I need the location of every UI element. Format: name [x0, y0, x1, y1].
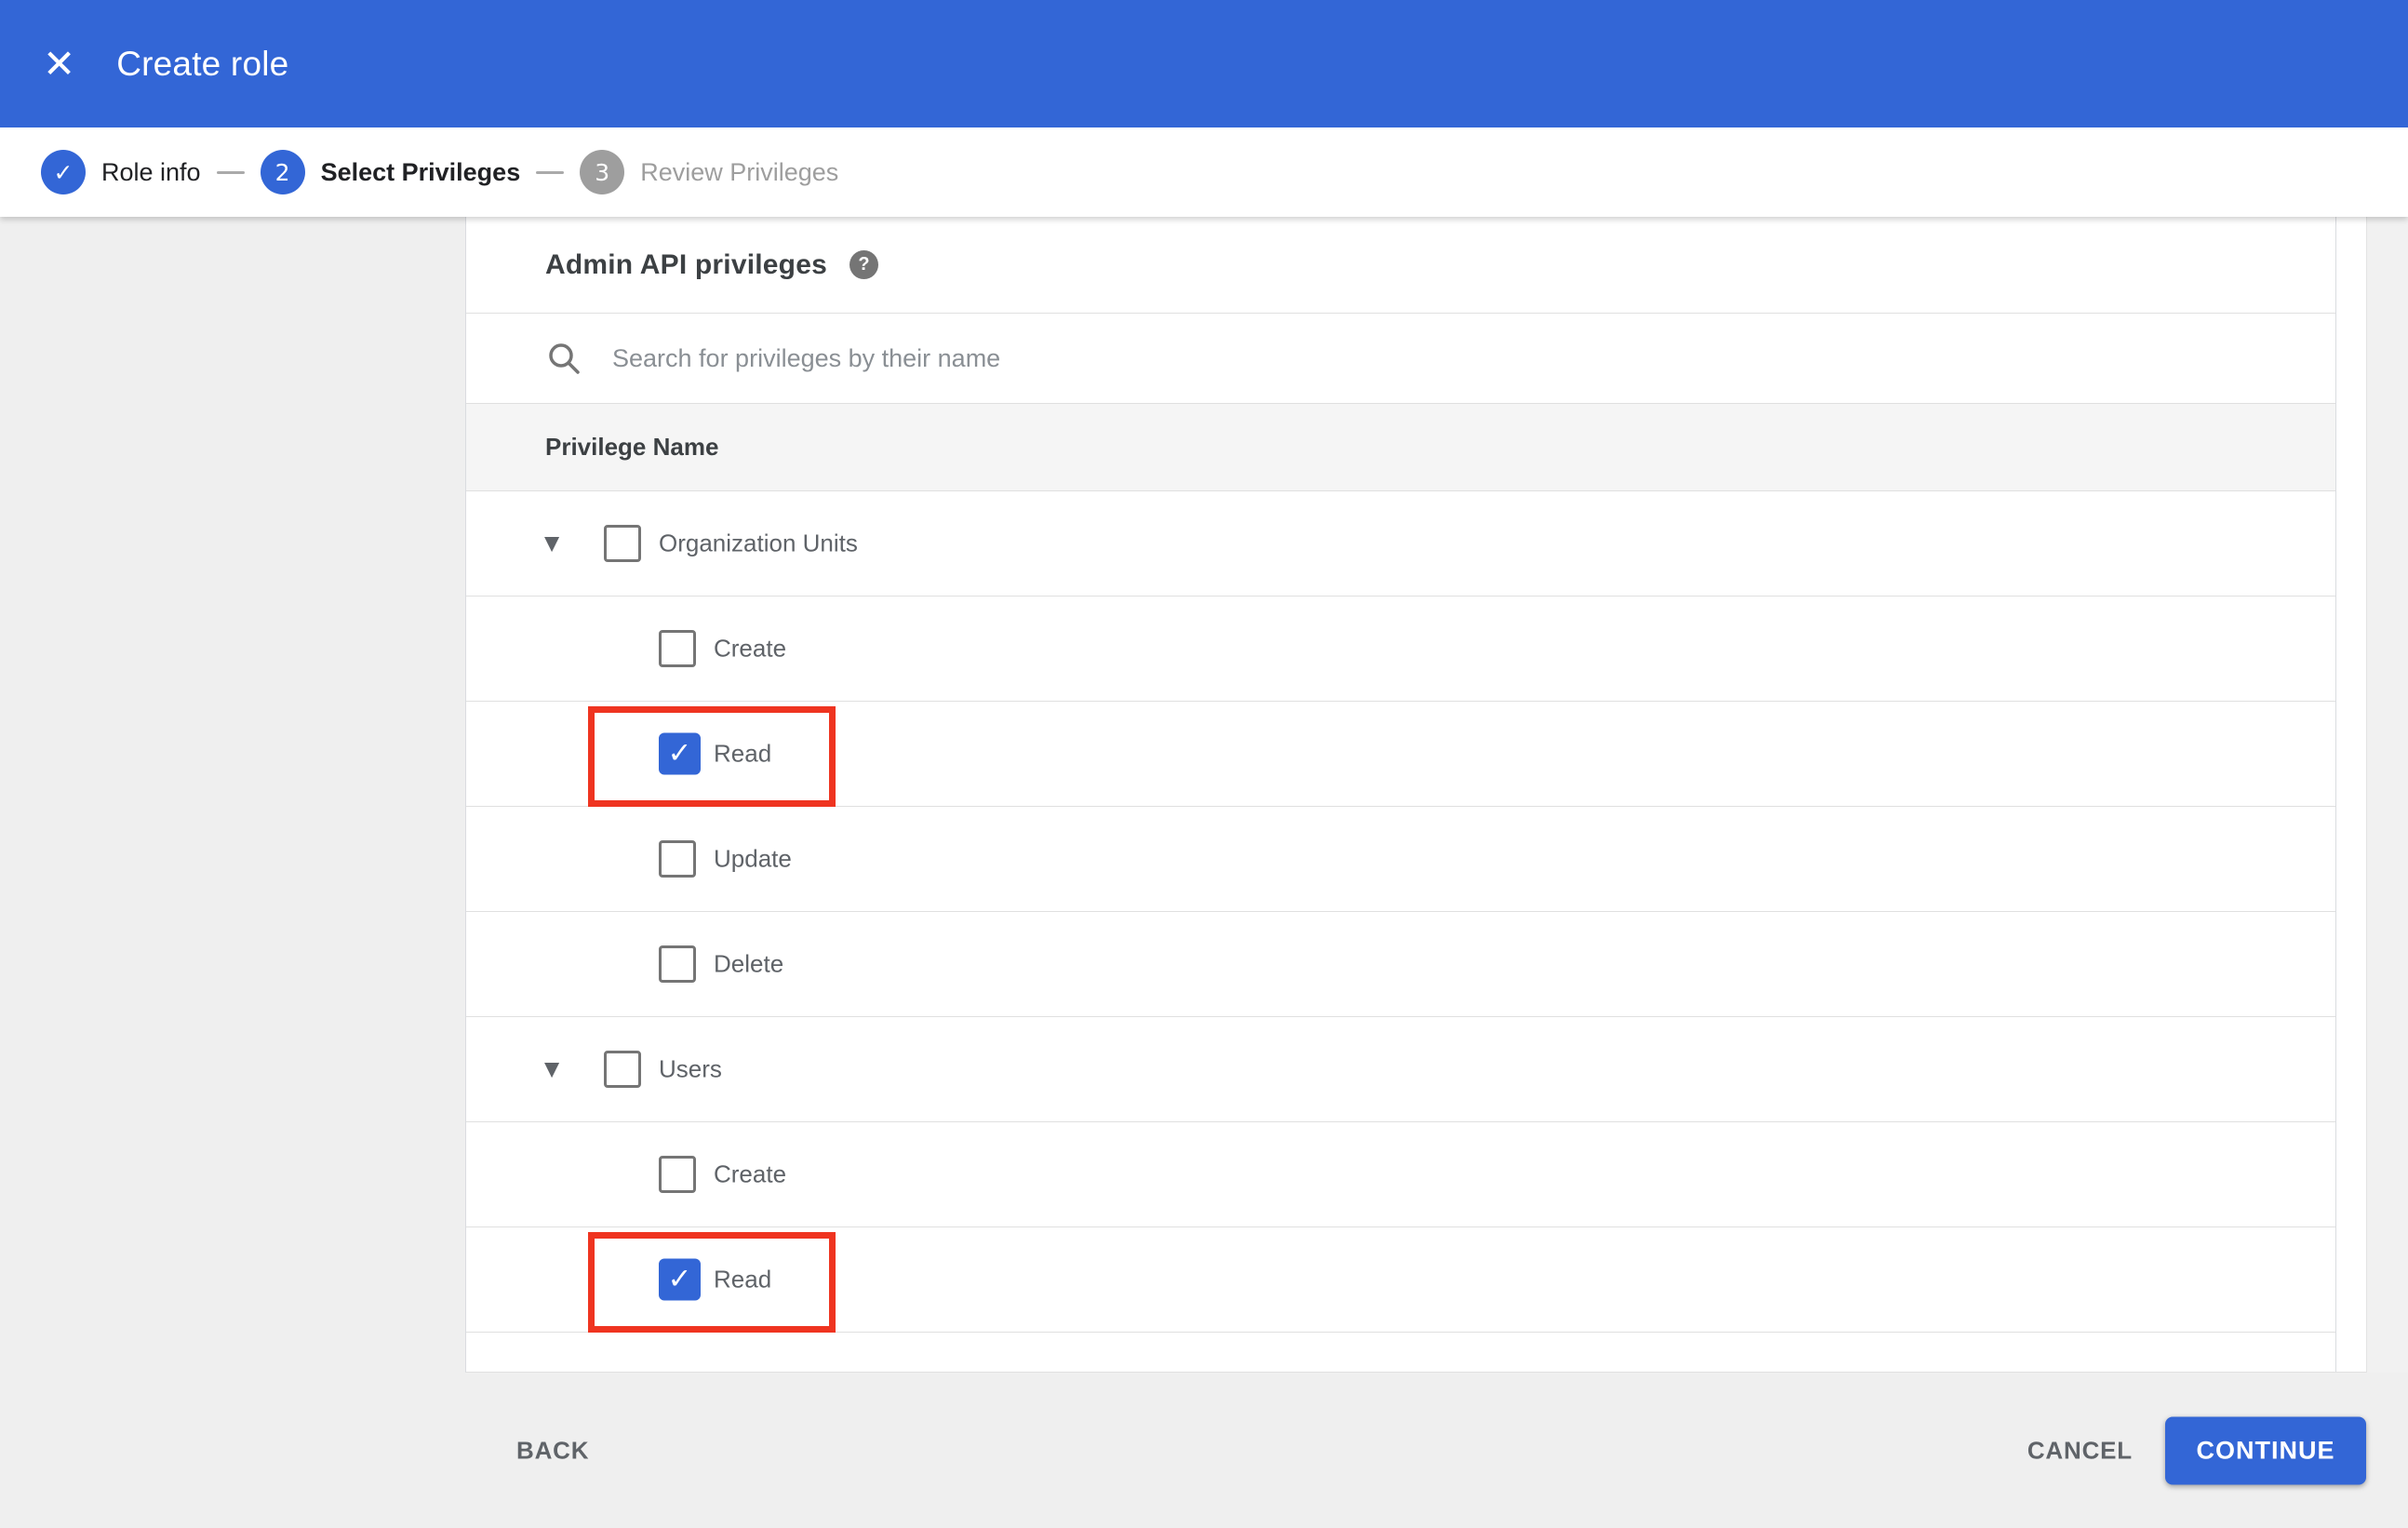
checkmark-icon: ✓	[667, 1262, 692, 1296]
privilege-label: Users	[659, 1054, 722, 1083]
step-circle: ✓	[41, 150, 86, 194]
step-label: Select Privileges	[320, 157, 521, 186]
privilege-label: Organization Units	[659, 529, 858, 557]
privilege-label: Create	[714, 1159, 787, 1188]
back-button[interactable]: BACK	[516, 1436, 589, 1465]
privilege-label: Create	[714, 634, 787, 663]
column-header-privilege-name: Privilege Name	[545, 433, 719, 461]
privilege-label: Read	[714, 739, 772, 768]
search-input[interactable]	[612, 343, 1729, 373]
privilege-checkbox[interactable]: ✓	[659, 732, 701, 775]
highlight-annotation	[588, 1232, 836, 1333]
highlight-annotation	[588, 706, 836, 807]
step-circle: 2	[260, 150, 305, 194]
search-icon	[549, 343, 580, 374]
step-circle: 3	[580, 150, 625, 194]
page-title: Create role	[116, 44, 289, 83]
privileges-panel: Admin API privileges ? Privilege Name ▼ …	[465, 217, 2366, 1373]
content-area: Admin API privileges ? Privilege Name ▼ …	[0, 217, 2408, 1373]
privilege-row: Create	[466, 596, 2335, 702]
stepper-step-2[interactable]: 2 Select Privileges	[260, 150, 521, 194]
privilege-label: Read	[714, 1265, 772, 1293]
checkmark-icon: ✓	[667, 736, 692, 771]
privilege-label: Update	[714, 844, 792, 873]
privilege-row: ▼ Organization Units	[466, 491, 2335, 596]
table-header: Privilege Name	[466, 403, 2335, 491]
privilege-rows: ▼ Organization Units Create ✓ Read Updat…	[466, 491, 2335, 1333]
privilege-row: ✓ Read	[466, 1227, 2335, 1333]
stepper-step-1[interactable]: ✓ Role info	[41, 150, 201, 194]
step-label: Review Privileges	[640, 157, 839, 186]
privilege-checkbox[interactable]	[659, 630, 696, 667]
footer: BACK CANCEL CONTINUE	[0, 1373, 2408, 1528]
privilege-checkbox[interactable]	[604, 525, 641, 562]
privilege-label: Delete	[714, 949, 784, 978]
close-icon[interactable]: ✕	[43, 44, 75, 84]
privileges-card: Admin API privileges ? Privilege Name ▼ …	[466, 217, 2336, 1372]
help-icon[interactable]: ?	[849, 250, 878, 279]
step-label: Role info	[101, 157, 201, 186]
cancel-button[interactable]: CANCEL	[2027, 1436, 2133, 1465]
step-separator	[536, 170, 565, 174]
scrollbar-track[interactable]	[2366, 217, 2408, 1373]
privilege-row: ✓ Read	[466, 702, 2335, 807]
privilege-row: ▼ Users	[466, 1017, 2335, 1122]
privilege-checkbox[interactable]	[659, 1156, 696, 1193]
privilege-checkbox[interactable]	[659, 945, 696, 983]
privilege-checkbox[interactable]: ✓	[659, 1258, 701, 1301]
appbar: ✕ Create role	[0, 0, 2408, 127]
privilege-row: Update	[466, 807, 2335, 912]
section-title: Admin API privileges	[545, 248, 827, 280]
continue-button[interactable]: CONTINUE	[2165, 1416, 2366, 1484]
privilege-row: Delete	[466, 912, 2335, 1017]
search-bar	[466, 314, 2335, 403]
collapse-caret-icon[interactable]: ▼	[544, 533, 559, 554]
privilege-checkbox[interactable]	[604, 1051, 641, 1088]
privilege-row: Create	[466, 1122, 2335, 1227]
privilege-checkbox[interactable]	[659, 840, 696, 878]
step-separator	[216, 170, 245, 174]
stepper: ✓ Role info 2 Select Privileges 3 Review…	[0, 127, 2408, 217]
collapse-caret-icon[interactable]: ▼	[544, 1059, 559, 1079]
section-heading-row: Admin API privileges ?	[466, 217, 2335, 314]
stepper-step-3[interactable]: 3 Review Privileges	[580, 150, 838, 194]
